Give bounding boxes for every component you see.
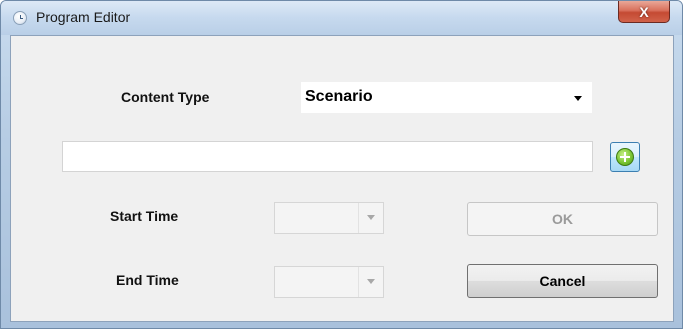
end-time-label: End Time — [116, 272, 179, 288]
dialog-body: Content Type Scenario Start Time OK End … — [10, 35, 674, 322]
chevron-down-icon — [367, 279, 375, 284]
content-type-label: Content Type — [121, 89, 210, 105]
program-name-input[interactable] — [62, 141, 593, 172]
clock-icon — [13, 11, 27, 25]
program-editor-window: Program Editor X Content Type Scenario S… — [0, 0, 683, 329]
chevron-down-icon — [367, 215, 375, 220]
content-type-dropdown[interactable]: Scenario — [301, 82, 592, 113]
ok-button[interactable]: OK — [467, 202, 658, 236]
plus-circle-icon — [616, 148, 634, 166]
title-bar[interactable]: Program Editor X — [1, 1, 682, 35]
cancel-button[interactable]: Cancel — [467, 264, 658, 298]
add-button[interactable] — [610, 142, 640, 172]
start-time-label: Start Time — [110, 208, 179, 224]
chevron-down-icon — [574, 96, 582, 101]
content-type-value: Scenario — [305, 88, 373, 105]
end-time-dropdown-button[interactable] — [358, 267, 383, 297]
close-button[interactable]: X — [618, 1, 670, 23]
window-title: Program Editor — [36, 9, 131, 25]
start-time-dropdown-button[interactable] — [358, 203, 383, 233]
end-time-dropdown[interactable] — [274, 266, 384, 298]
close-icon: X — [639, 3, 649, 20]
start-time-dropdown[interactable] — [274, 202, 384, 234]
